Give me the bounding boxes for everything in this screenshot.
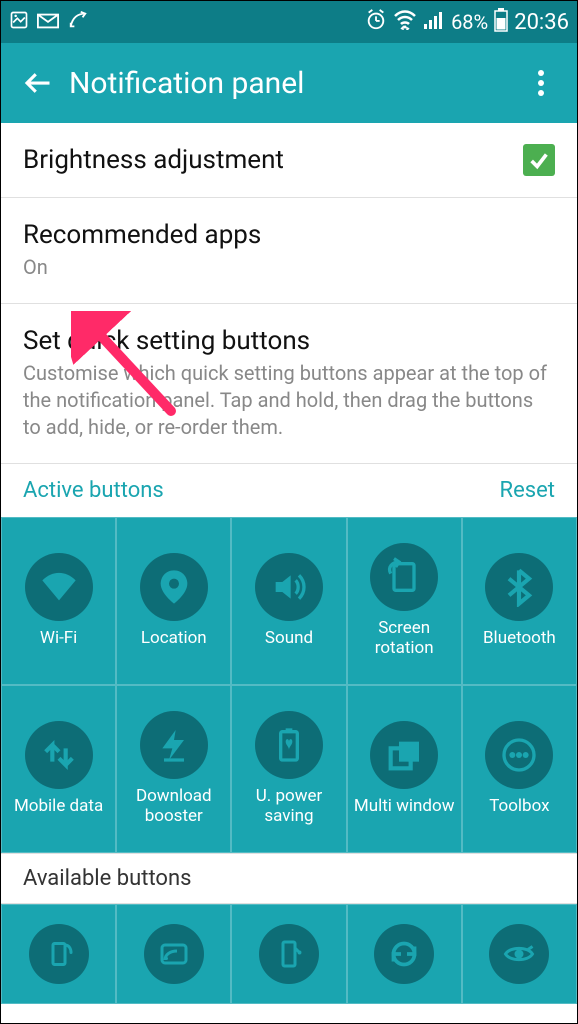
qs-download-booster[interactable]: Download booster <box>116 685 231 853</box>
qs-location[interactable]: Location <box>116 517 231 685</box>
overflow-menu-button[interactable] <box>521 63 561 103</box>
mirroring-icon <box>144 924 204 984</box>
rotation-icon <box>370 543 438 611</box>
wifi-icon <box>25 553 93 621</box>
battery-icon <box>494 8 508 37</box>
qs-label: U. power saving <box>232 787 345 826</box>
active-buttons-grid: Wi-Fi Location Sound Screen rotation Blu… <box>1 517 577 853</box>
row-title: Recommended apps <box>23 220 555 250</box>
alarm-icon <box>365 9 387 36</box>
screenshot-icon <box>9 10 29 35</box>
available-buttons-header: Available buttons <box>1 853 577 904</box>
section-label: Available buttons <box>23 866 191 891</box>
qs-mobile-data[interactable]: Mobile data <box>1 685 116 853</box>
app-bar: Notification panel <box>1 43 577 123</box>
qs-available-sync[interactable] <box>347 904 462 1004</box>
qs-bluetooth[interactable]: Bluetooth <box>462 517 577 685</box>
hotspot-icon <box>29 924 89 984</box>
qs-label: Screen rotation <box>348 619 461 658</box>
swipe-icon <box>67 10 89 35</box>
recommended-apps-row[interactable]: Recommended apps On <box>1 198 577 304</box>
row-title: Brightness adjustment <box>23 145 555 175</box>
qs-toolbox[interactable]: Toolbox <box>462 685 577 853</box>
mobile-data-icon <box>25 721 93 789</box>
clock-time: 20:36 <box>514 10 569 35</box>
signal-icon <box>423 10 445 35</box>
brightness-adjustment-row[interactable]: Brightness adjustment <box>1 123 577 198</box>
row-subtitle: On <box>23 254 555 281</box>
row-subtitle: Customise which quick setting buttons ap… <box>23 360 555 441</box>
sync-icon <box>374 924 434 984</box>
smart-stay-icon <box>489 924 549 984</box>
qs-available-screen-mirroring[interactable] <box>116 904 231 1004</box>
power-saving-icon <box>255 711 323 779</box>
battery-pct: 68% <box>451 10 488 34</box>
download-booster-icon <box>140 711 208 779</box>
qs-label: Download booster <box>117 787 230 826</box>
sound-icon <box>255 553 323 621</box>
qs-label: Toolbox <box>485 797 553 817</box>
status-bar: 68% 20:36 <box>1 1 577 43</box>
page-title: Notification panel <box>69 66 304 101</box>
qs-multi-window[interactable]: Multi window <box>347 685 462 853</box>
qs-screen-rotation[interactable]: Screen rotation <box>347 517 462 685</box>
qs-wifi[interactable]: Wi-Fi <box>1 517 116 685</box>
qs-label: Bluetooth <box>479 629 560 649</box>
nfc-icon <box>259 924 319 984</box>
qs-available-nfc[interactable] <box>231 904 346 1004</box>
active-buttons-header: Active buttons Reset <box>1 463 577 517</box>
qs-sound[interactable]: Sound <box>231 517 346 685</box>
wifi-status-icon <box>393 10 417 35</box>
qs-label: Location <box>137 629 211 649</box>
screen-root: 68% 20:36 Notification panel Brightness … <box>0 0 578 1024</box>
mail-icon <box>37 10 59 34</box>
qs-u-power-saving[interactable]: U. power saving <box>231 685 346 853</box>
qs-label: Wi-Fi <box>36 629 81 649</box>
qs-label: Mobile data <box>10 797 107 817</box>
qs-available-hotspot[interactable] <box>1 904 116 1004</box>
available-buttons-grid <box>1 904 577 1004</box>
set-quick-setting-buttons-row: Set quick setting buttons Customise whic… <box>1 304 577 463</box>
multi-window-icon <box>370 721 438 789</box>
location-icon <box>140 553 208 621</box>
qs-label: Sound <box>261 629 317 649</box>
bluetooth-icon <box>485 553 553 621</box>
qs-available-smart-stay[interactable] <box>462 904 577 1004</box>
reset-button[interactable]: Reset <box>500 478 555 503</box>
toolbox-icon <box>485 721 553 789</box>
back-button[interactable] <box>17 63 57 103</box>
brightness-checkbox[interactable] <box>523 144 555 176</box>
qs-label: Multi window <box>350 797 459 817</box>
row-title: Set quick setting buttons <box>23 326 555 356</box>
section-label: Active buttons <box>23 478 164 503</box>
